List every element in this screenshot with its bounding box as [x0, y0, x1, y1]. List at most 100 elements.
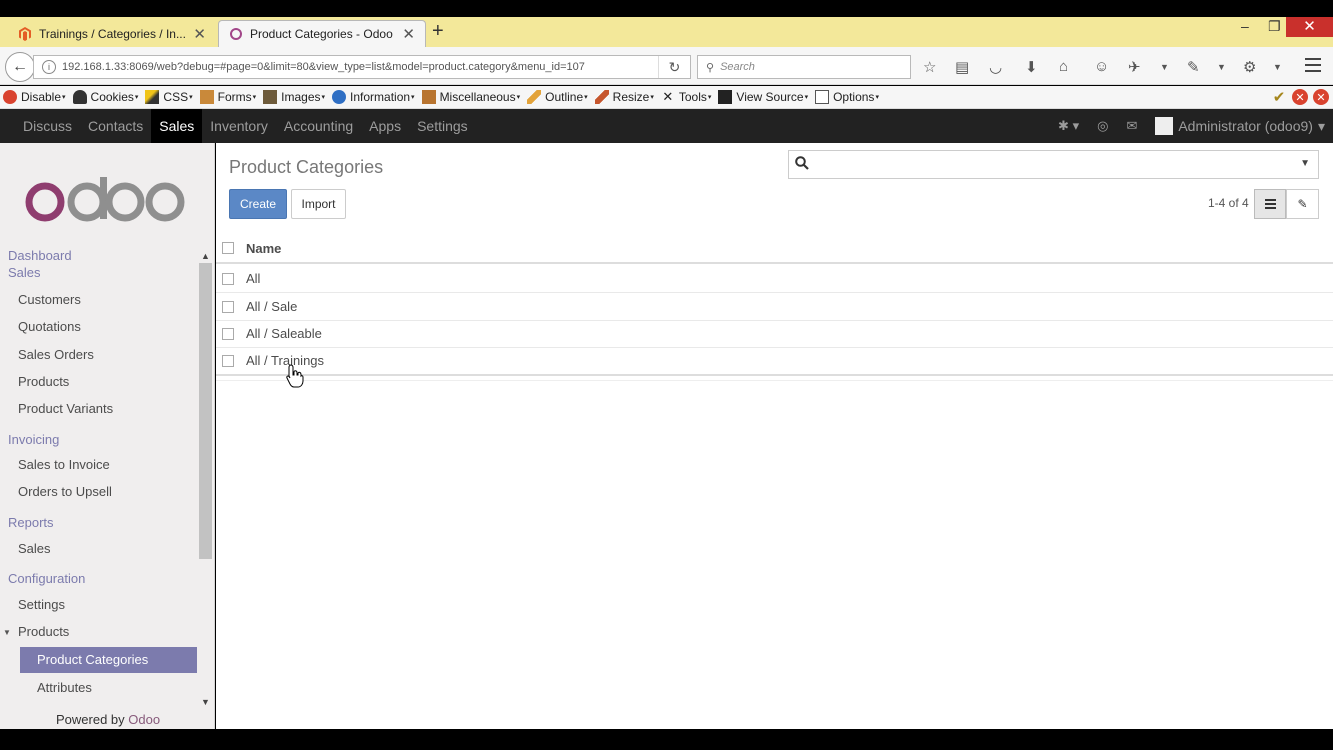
browser-search-field[interactable]: ⚲ Search [697, 55, 911, 79]
section-invoicing: Invoicing [8, 432, 60, 447]
create-button[interactable]: Create [229, 189, 287, 219]
avatar[interactable] [1155, 117, 1174, 135]
column-header-name[interactable]: Name [246, 241, 281, 256]
menu-apps[interactable]: Apps [361, 109, 409, 143]
list-icon [1264, 197, 1276, 211]
messages-icon[interactable]: ✉ [1126, 118, 1137, 134]
devbar-information[interactable]: Information ▾ [332, 90, 415, 104]
reading-list-icon[interactable]: ▤ [955, 58, 969, 76]
menu-sales[interactable]: Sales [151, 109, 203, 143]
error-icon[interactable]: ✕ [1292, 89, 1308, 105]
address-bar[interactable]: i 192.168.1.33:8069/web?debug=#page=0&li… [33, 55, 691, 79]
browser-tab-trainings[interactable]: Trainings / Categories / In... ✕ [8, 20, 216, 47]
table-row[interactable]: All / Saleable [216, 320, 1333, 348]
menu-discuss[interactable]: Discuss [15, 109, 80, 143]
new-tab-button[interactable]: + [432, 20, 444, 43]
debug-bug-icon[interactable]: ✱ ▾ [1058, 118, 1079, 134]
user-caret[interactable]: ▾ [1318, 118, 1325, 135]
sidebar-item-product-categories[interactable]: Product Categories [20, 647, 197, 673]
extension-icon[interactable]: ✈ [1128, 58, 1141, 76]
row-checkbox[interactable] [222, 301, 234, 313]
minimize-icon[interactable]: – [1241, 18, 1249, 34]
site-info-icon[interactable]: i [42, 60, 56, 74]
pager-value[interactable]: 1-4 of 4 [1208, 196, 1249, 210]
close-toolbar-icon[interactable]: ✕ [1313, 89, 1329, 105]
web-developer-toolbar: Disable ▾ Cookies ▾ CSS ▾ Forms ▾ Images ▾ In… [0, 86, 1333, 109]
checkmark-icon[interactable]: ✔ [1271, 89, 1287, 106]
sidebar-item-products[interactable]: Products [18, 374, 69, 389]
user-name[interactable]: Administrator (odoo9) [1178, 118, 1313, 134]
reload-icon[interactable]: ↻ [658, 56, 690, 78]
row-checkbox[interactable] [222, 273, 234, 285]
devbar-options[interactable]: Options ▾ [815, 90, 879, 104]
odoo-logo[interactable] [24, 173, 186, 236]
row-checkbox[interactable] [222, 328, 234, 340]
activity-icon[interactable]: ◎ [1097, 118, 1108, 134]
chevron-down-icon[interactable]: ▼ [1217, 62, 1226, 72]
section-dashboard[interactable]: Dashboard [8, 248, 72, 263]
home-icon[interactable]: ⌂ [1059, 58, 1068, 75]
sidebar-item-sales-orders[interactable]: Sales Orders [18, 347, 94, 362]
devbar-view-source[interactable]: View Source ▾ [718, 90, 808, 104]
devbar-tools[interactable]: ✕ Tools ▾ [661, 90, 711, 105]
scrollbar-thumb[interactable] [199, 263, 212, 559]
sidebar-scrollbar[interactable]: ▲ ▼ [198, 251, 213, 721]
sidebar-item-products-config[interactable]: Products [18, 624, 69, 639]
menu-accounting[interactable]: Accounting [276, 109, 361, 143]
window-close-button[interactable]: ✕ [1286, 17, 1333, 37]
section-sales[interactable]: Sales [8, 265, 41, 280]
menu-hamburger-icon[interactable] [1305, 58, 1321, 76]
scroll-down-icon[interactable]: ▼ [201, 697, 210, 707]
devbar-css[interactable]: CSS ▾ [145, 90, 193, 104]
web-developer-icon[interactable]: ⚙ [1243, 58, 1256, 76]
sidebar-item-quotations[interactable]: Quotations [18, 319, 81, 334]
tab-close-icon[interactable]: ✕ [193, 25, 206, 43]
restore-icon[interactable]: ❐ [1268, 18, 1281, 35]
sidebar-item-attributes[interactable]: Attributes [37, 680, 92, 695]
menu-contacts[interactable]: Contacts [80, 109, 151, 143]
menu-inventory[interactable]: Inventory [202, 109, 276, 143]
search-input[interactable]: ▼ [788, 150, 1319, 179]
devtools-icon[interactable]: ✎ [1187, 58, 1200, 76]
caret-down-icon[interactable]: ▼ [3, 628, 11, 637]
view-source-icon [718, 90, 733, 104]
pocket-icon[interactable]: ◡ [989, 58, 1002, 76]
tab-close-icon[interactable]: ✕ [402, 25, 415, 43]
sidebar-item-customers[interactable]: Customers [18, 292, 81, 307]
table-row[interactable]: All / Trainings [216, 347, 1333, 375]
sidebar-item-product-variants[interactable]: Product Variants [18, 401, 113, 416]
devbar-images[interactable]: Images ▾ [263, 90, 325, 104]
table-row[interactable]: All [216, 265, 1333, 293]
chat-icon[interactable]: ☺ [1094, 58, 1109, 75]
bookmark-star-icon[interactable]: ☆ [923, 58, 936, 76]
screen-top-border [0, 0, 1333, 17]
sidebar-item-sales-report[interactable]: Sales [18, 541, 51, 556]
back-button[interactable]: ← [5, 52, 35, 82]
devbar-forms[interactable]: Forms ▾ [199, 90, 256, 104]
select-all-checkbox[interactable] [222, 242, 234, 254]
search-options-caret-icon[interactable]: ▼ [1300, 158, 1310, 169]
powered-brand-link[interactable]: Odoo [128, 712, 160, 727]
devbar-resize[interactable]: Resize ▾ [594, 90, 654, 104]
table-row[interactable]: All / Sale [216, 293, 1333, 321]
devbar-label: Tools [678, 90, 707, 104]
list-view-button[interactable] [1254, 189, 1286, 219]
magento-favicon-icon [18, 26, 32, 41]
menu-settings[interactable]: Settings [409, 109, 476, 143]
sidebar-item-settings[interactable]: Settings [18, 597, 65, 612]
devbar-disable[interactable]: Disable ▾ [3, 90, 66, 104]
download-icon[interactable]: ⬇ [1025, 58, 1038, 76]
devbar-cookies[interactable]: Cookies ▾ [72, 90, 138, 104]
form-view-button[interactable]: ✎ [1286, 189, 1319, 219]
scroll-up-icon[interactable]: ▲ [201, 251, 210, 261]
browser-tab-product-categories[interactable]: Product Categories - Odoo ✕ [218, 20, 426, 47]
chevron-down-icon[interactable]: ▼ [1273, 62, 1282, 72]
devbar-miscellaneous[interactable]: Miscellaneous ▾ [421, 90, 520, 104]
row-checkbox[interactable] [222, 355, 234, 367]
import-button[interactable]: Import [291, 189, 346, 219]
sidebar-item-orders-to-upsell[interactable]: Orders to Upsell [18, 484, 112, 499]
devbar-outline[interactable]: Outline ▾ [527, 90, 588, 104]
devbar-label: Disable [21, 90, 62, 104]
sidebar-item-sales-to-invoice[interactable]: Sales to Invoice [18, 457, 110, 472]
chevron-down-icon[interactable]: ▼ [1160, 62, 1169, 72]
